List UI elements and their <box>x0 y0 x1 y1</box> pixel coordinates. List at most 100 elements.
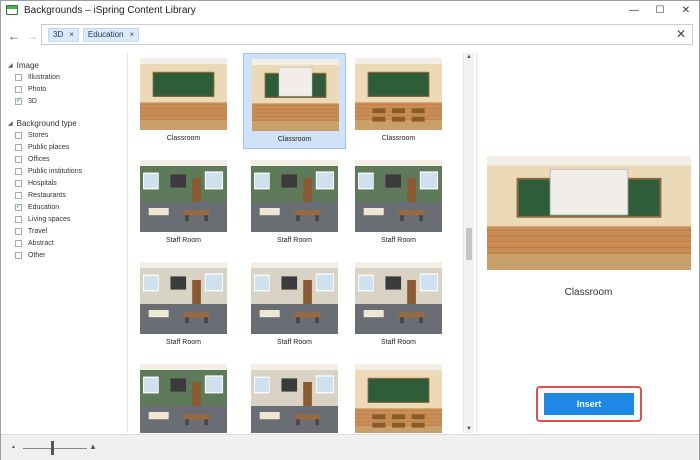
scroll-down-icon[interactable]: ▼ <box>466 426 472 432</box>
filter-option[interactable]: Photo <box>15 83 127 95</box>
remove-tag-icon[interactable]: × <box>69 30 74 39</box>
preview-caption: Classroom <box>564 287 613 298</box>
filter-option[interactable]: ✓ 3D <box>15 95 127 107</box>
thumbnail-item[interactable]: Classroom <box>132 53 235 149</box>
thumbnail-item[interactable]: Staff Room <box>243 155 346 251</box>
title-bar: Backgrounds – iSpring Content Library — … <box>1 1 699 19</box>
thumbnail-caption: Staff Room <box>166 339 201 346</box>
filter-option-label: Education <box>28 203 60 211</box>
checkbox[interactable]: ✓ <box>15 203 22 211</box>
search-tag-input[interactable]: 3D × Education × ✕ <box>41 24 693 45</box>
thumbnail-caption: Classroom <box>166 135 201 142</box>
thumbnail-caption: Classroom <box>277 136 312 143</box>
filter-option[interactable]: Restaurants <box>15 189 127 201</box>
forward-arrow-icon[interactable]: → <box>23 29 41 43</box>
thumbnail-caption: Staff Room <box>277 237 312 244</box>
checkbox[interactable] <box>15 143 22 151</box>
checkbox[interactable] <box>15 191 22 199</box>
filter-option[interactable]: Illustration <box>15 71 127 83</box>
zoom-slider-handle[interactable] <box>51 441 54 455</box>
filter-option[interactable]: Hospitals <box>15 177 127 189</box>
preview-image <box>487 156 691 270</box>
filter-option[interactable]: Stores <box>15 129 127 141</box>
thumbnail-item[interactable]: Staff Room <box>243 257 346 353</box>
checkbox[interactable] <box>15 85 22 93</box>
filter-option-label: Offices <box>28 155 50 163</box>
content-library-window: Backgrounds – iSpring Content Library — … <box>0 0 700 460</box>
checkbox[interactable]: ✓ <box>15 97 22 105</box>
filter-option[interactable]: Abstract <box>15 237 127 249</box>
filter-option-label: Other <box>28 251 46 259</box>
checkbox[interactable] <box>15 131 22 139</box>
zoom-out-icon[interactable]: ▲ <box>11 444 16 450</box>
thumbnail-image <box>140 262 227 334</box>
filter-option[interactable]: Offices <box>15 153 127 165</box>
image-options: Illustration Photo ✓ 3D <box>1 71 127 107</box>
checkbox[interactable] <box>15 251 22 259</box>
filter-option[interactable]: Travel <box>15 225 127 237</box>
zoom-in-icon[interactable]: ▲ <box>89 442 97 451</box>
checkbox[interactable] <box>15 167 22 175</box>
checkbox[interactable] <box>15 155 22 163</box>
zoom-slider-track[interactable] <box>23 448 87 449</box>
thumbnail-image <box>355 160 442 232</box>
filter-option-label: Public institutions <box>28 167 83 175</box>
thumbnail-item[interactable]: Classroom <box>243 53 346 149</box>
background-type-options: Stores Public places Offices Public institu… <box>1 129 127 261</box>
close-button[interactable]: ✕ <box>673 1 699 19</box>
filter-group-title: Background type <box>16 118 77 128</box>
thumbnail-item[interactable] <box>347 359 450 433</box>
filter-option-label: Stores <box>28 131 49 139</box>
thumbnail-caption: Classroom <box>381 135 416 142</box>
search-tag-label: Education <box>87 30 124 39</box>
thumbnail-image <box>251 364 338 433</box>
filter-option-label: Living spaces <box>28 215 71 223</box>
search-tag-3d: 3D × <box>48 27 79 42</box>
filter-group-background-type[interactable]: ◢ Background type <box>8 117 127 129</box>
thumbnail-image <box>251 262 338 334</box>
scroll-up-icon[interactable]: ▲ <box>466 54 472 60</box>
filter-option[interactable]: Living spaces <box>15 213 127 225</box>
checkbox[interactable] <box>15 227 22 235</box>
thumbnail-item[interactable]: Classroom <box>347 53 450 149</box>
filter-option-label: Illustration <box>28 73 60 81</box>
remove-tag-icon[interactable]: × <box>130 30 135 39</box>
filter-option[interactable]: Public places <box>15 141 127 153</box>
filter-option-label: Photo <box>28 85 47 93</box>
thumbnail-item[interactable] <box>132 359 235 433</box>
window-title: Backgrounds – iSpring Content Library <box>24 4 196 16</box>
thumbnail-item[interactable]: Staff Room <box>132 257 235 353</box>
thumbnail-item[interactable]: Staff Room <box>347 257 450 353</box>
thumbnail-image <box>355 262 442 334</box>
collapse-caret-icon: ◢ <box>8 120 13 127</box>
app-icon <box>6 5 18 15</box>
thumbnail-image <box>355 58 442 130</box>
filter-option[interactable]: Public institutions <box>15 165 127 177</box>
checkbox[interactable] <box>15 179 22 187</box>
clear-search-icon[interactable]: ✕ <box>676 27 686 41</box>
thumbnail-caption: Staff Room <box>166 237 201 244</box>
filter-option-label: Public places <box>28 143 70 151</box>
filter-group-image[interactable]: ◢ Image <box>8 59 127 71</box>
back-arrow-icon[interactable]: ← <box>5 29 23 43</box>
filter-option-label: Hospitals <box>28 179 57 187</box>
thumbnail-item[interactable]: Staff Room <box>347 155 450 251</box>
checkbox[interactable] <box>15 239 22 247</box>
maximize-button[interactable]: ☐ <box>647 1 673 19</box>
window-controls: — ☐ ✕ <box>621 1 699 19</box>
filter-option-label: Restaurants <box>28 191 66 199</box>
filter-option-label: 3D <box>28 97 37 105</box>
grid-scrollbar[interactable]: ▲ ▼ <box>463 53 474 433</box>
thumbnail-caption: Staff Room <box>381 237 416 244</box>
minimize-button[interactable]: — <box>621 1 647 19</box>
insert-button[interactable]: Insert <box>544 393 634 415</box>
thumbnail-item[interactable] <box>243 359 346 433</box>
insert-highlight: Insert <box>536 386 642 422</box>
thumbnail-item[interactable]: Staff Room <box>132 155 235 251</box>
checkbox[interactable] <box>15 73 22 81</box>
thumbnail-image <box>140 160 227 232</box>
scrollbar-thumb[interactable] <box>466 228 472 260</box>
filter-option[interactable]: ✓ Education <box>15 201 127 213</box>
filter-option[interactable]: Other <box>15 249 127 261</box>
checkbox[interactable] <box>15 215 22 223</box>
